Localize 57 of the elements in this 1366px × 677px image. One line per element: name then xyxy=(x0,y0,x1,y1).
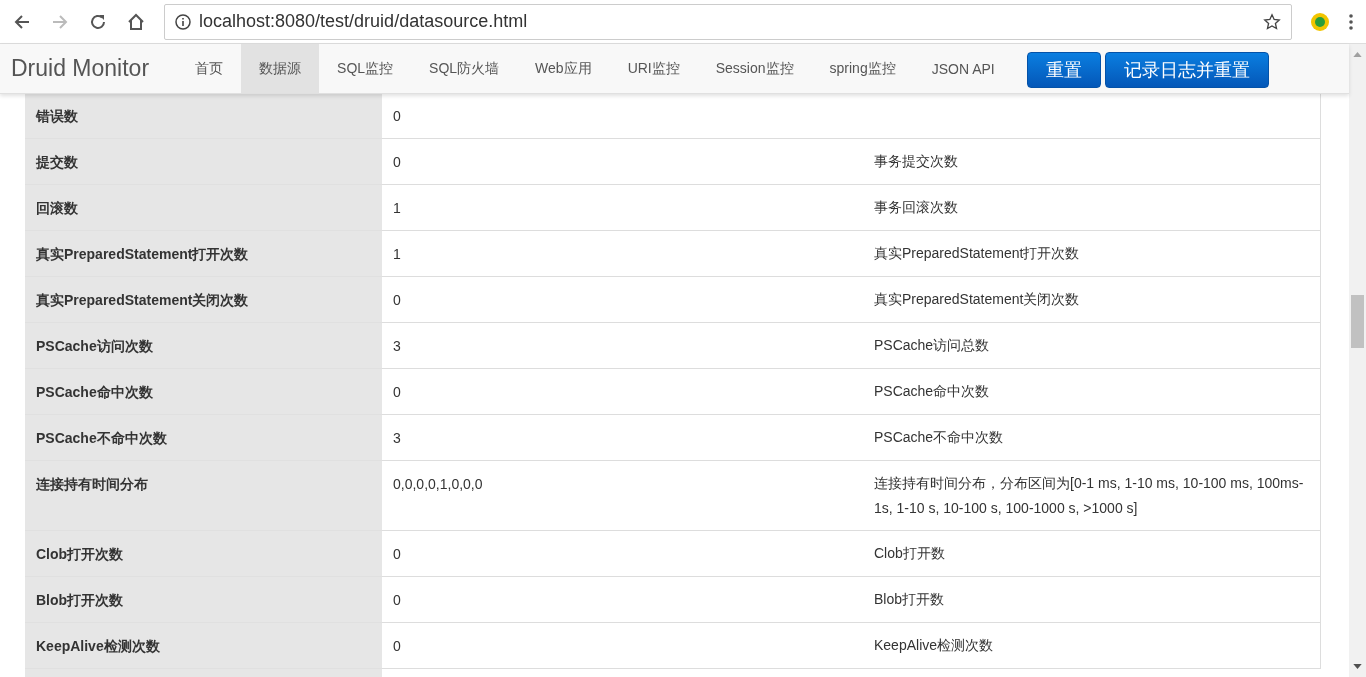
nav-tab[interactable]: 数据源 xyxy=(241,44,320,93)
table-cell: PSCache不命中次数 xyxy=(863,414,1321,461)
nav-tab[interactable]: Session监控 xyxy=(697,44,812,93)
table-cell: PSCache访问次数 xyxy=(25,322,382,369)
table-cell: 真实PreparedStatement打开次数 xyxy=(25,230,382,277)
table-cell: 3 xyxy=(382,322,863,369)
table-cell: Blob打开次数 xyxy=(25,576,382,623)
table-cell: Clob打开次数 xyxy=(25,530,382,577)
down-arrow-icon[interactable] xyxy=(1353,664,1362,669)
table-cell: 事务提交次数 xyxy=(863,138,1321,185)
table-cell: 0 xyxy=(382,138,863,185)
table-cell: 0 xyxy=(382,92,863,139)
table-cell: 回滚数 xyxy=(25,184,382,231)
table-cell: PSCache不命中次数 xyxy=(25,414,382,461)
nav-tab[interactable]: SQL防火墙 xyxy=(411,44,518,93)
extension-icon[interactable] xyxy=(1310,11,1330,32)
table-cell: 1 xyxy=(382,184,863,231)
nav-tab[interactable]: Web应用 xyxy=(517,44,610,93)
table-cell: PSCache命中次数 xyxy=(863,368,1321,415)
table-cell: KeepAlive检测次数 xyxy=(25,622,382,669)
table-cell: PSCache命中次数 xyxy=(25,368,382,415)
nav-tab[interactable]: 首页 xyxy=(177,44,242,93)
table-cell: 提交数 xyxy=(25,138,382,185)
table-cell: Clob打开数 xyxy=(863,530,1321,577)
table-cell: 事务回滚次数 xyxy=(863,184,1321,231)
table-cell: 真实PreparedStatement打开次数 xyxy=(863,230,1321,277)
table-cell: 1 xyxy=(382,230,863,277)
nav-tab[interactable]: spring监控 xyxy=(811,44,914,93)
brand-title[interactable]: Druid Monitor xyxy=(0,44,178,93)
table-cell: 真实PreparedStatement关闭次数 xyxy=(25,276,382,323)
table-cell: 连接持有时间分布 xyxy=(25,460,382,531)
scrollbar[interactable] xyxy=(1349,44,1366,677)
nav-button[interactable]: 记录日志并重置 xyxy=(1104,52,1269,88)
menu-icon[interactable] xyxy=(1348,11,1354,32)
table-cell: KeepAlive检测次数 xyxy=(863,622,1321,669)
address-bar[interactable]: localhost:8080/test/druid/datasource.html xyxy=(164,3,1292,40)
table-cell: 错误数 xyxy=(25,92,382,139)
table-cell: Blob打开数 xyxy=(863,576,1321,623)
info-icon xyxy=(175,13,191,30)
home-icon[interactable] xyxy=(126,11,146,32)
table-cell: 0,0,0,0,1,0,0,0 xyxy=(382,460,863,531)
scrollbar-thumb[interactable] xyxy=(1351,295,1364,348)
url-text: localhost:8080/test/druid/datasource.html xyxy=(199,11,529,32)
table-cell: 真实PreparedStatement关闭次数 xyxy=(863,276,1321,323)
table-cell: 连接持有时间分布，分布区间为[0-1 ms, 1-10 ms, 10-100 ms, 100ms-1s, 1-10 s, 10-100 s, 100-1000 s, >1000 s] xyxy=(863,460,1321,531)
nav-button[interactable]: 重置 xyxy=(1026,52,1101,88)
table-cell: 0 xyxy=(382,368,863,415)
table-cell: PSCache访问总数 xyxy=(863,322,1321,369)
table-cell: 0 xyxy=(382,530,863,577)
star-icon[interactable] xyxy=(1263,12,1281,31)
table-cell: 0 xyxy=(382,576,863,623)
nav-tab[interactable]: JSON API xyxy=(913,44,1013,93)
table-cell: 0 xyxy=(382,622,863,669)
table-cell: 0 xyxy=(382,276,863,323)
nav-tab[interactable]: SQL监控 xyxy=(319,44,412,93)
table-cell: 3 xyxy=(382,414,863,461)
nav-tab[interactable]: URI监控 xyxy=(609,44,698,93)
